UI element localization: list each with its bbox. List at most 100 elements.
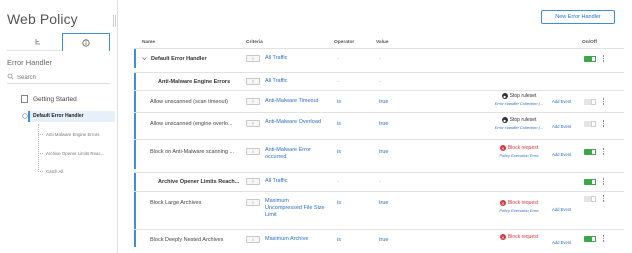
chevron-down-icon[interactable]	[142, 56, 147, 61]
sidebar-item-getting-started[interactable]: Getting Started	[0, 93, 117, 105]
search-input[interactable]	[17, 72, 107, 83]
sidebar-subitem-archive-opener[interactable]: Archive Opener Limits Reac...	[38, 149, 117, 158]
add-event-link[interactable]: Add Event	[552, 152, 571, 157]
row-operator: is	[337, 200, 341, 206]
group-indicator	[134, 73, 136, 90]
enable-toggle[interactable]	[584, 236, 596, 242]
collapse-handle[interactable]	[113, 15, 116, 27]
row-criteria[interactable]: Anti-Malware Overload	[265, 119, 325, 126]
row-action[interactable]: ✕ Block request Policy Execution Error	[488, 145, 550, 158]
search-icon	[7, 73, 14, 80]
row-operator: is	[337, 237, 341, 243]
group-indicator	[134, 113, 136, 139]
row-name: Anti-Malware Engine Errors	[158, 79, 231, 85]
row-action[interactable]: ■ Stop ruleset Error Handler Collection (…	[488, 93, 550, 106]
add-event-link[interactable]: Add Event	[552, 207, 571, 212]
row-value: -	[379, 56, 381, 62]
row-criteria[interactable]: All Traffic	[265, 78, 288, 85]
more-icon[interactable]	[602, 178, 605, 186]
stop-icon: ■	[501, 93, 508, 99]
view-tabs	[7, 33, 110, 51]
row-name: Allow unscanned (engine overlo...	[150, 121, 233, 127]
row-name: Default Error Handler	[151, 56, 207, 62]
block-icon: ✕	[499, 145, 506, 151]
tree-icon	[35, 39, 40, 45]
table-row[interactable]: Anti-Malware Engine Errors ≡ All Traffic…	[134, 72, 624, 90]
row-operator: -	[337, 56, 339, 62]
more-icon[interactable]	[602, 55, 605, 63]
sidebar-item-label: Default Error Handler	[33, 113, 84, 119]
row-value: -	[379, 79, 381, 85]
tab-tree-view[interactable]	[14, 33, 62, 51]
criteria-icon: ≡	[246, 178, 260, 185]
table-row[interactable]: Default Error Handler ≡ All Traffic - -	[134, 48, 624, 68]
header-value: Value	[376, 40, 389, 45]
row-name: Block Deeply Nested Archives	[150, 237, 224, 243]
table-row[interactable]: Block Large Archives ≡ Maximum Uncompres…	[134, 191, 624, 229]
group-indicator	[134, 173, 136, 191]
sidebar-subitem-anti-malware[interactable]: Anti Malware Engine Errors	[38, 130, 117, 139]
more-icon[interactable]	[602, 98, 605, 106]
row-operator: is	[337, 121, 341, 127]
row-action[interactable]: ■ Stop ruleset Error Handler Collection (…	[488, 117, 550, 130]
table-header: Name Criteria Operator Value On/Off	[134, 38, 624, 48]
row-criteria[interactable]: All Traffic	[265, 178, 288, 185]
page-title: Web Policy	[7, 11, 78, 27]
row-value: true	[379, 121, 389, 127]
group-indicator	[134, 140, 136, 169]
sidebar-subitem-label: Catch All	[46, 169, 64, 174]
sidebar: Web Policy Error Handler Getting Started	[0, 0, 117, 253]
row-name: Archive Opener Limits Reach...	[158, 179, 240, 185]
row-criteria[interactable]: Maximum Uncompressed File Size Limit	[265, 198, 325, 219]
row-name: Allow unscanned (scan timeout)	[150, 99, 228, 105]
new-error-handler-button[interactable]: New Error Handler	[541, 10, 615, 24]
more-icon[interactable]	[602, 120, 605, 128]
row-name: Block Large Archives	[150, 200, 202, 206]
group-indicator	[134, 230, 136, 247]
table-row[interactable]: Allow unscanned (engine overlo... ≡ Anti…	[134, 112, 624, 139]
row-operator: -	[337, 179, 339, 185]
row-value: true	[379, 237, 389, 243]
stop-icon: ■	[501, 117, 508, 123]
row-action[interactable]: ✕ Block request Policy Execution Error	[488, 200, 550, 213]
row-name: Block on Anti-Malware scanning ...	[150, 149, 235, 155]
table-row[interactable]: Allow unscanned (scan timeout) ≡ Anti-Ma…	[134, 90, 624, 112]
sidebar-item-default-error-handler[interactable]: Default Error Handler	[0, 111, 117, 122]
more-icon[interactable]	[602, 195, 605, 203]
row-operator: -	[337, 79, 339, 85]
more-icon[interactable]	[602, 148, 605, 156]
enable-toggle[interactable]	[584, 121, 596, 127]
row-criteria[interactable]: Anti-Malware Error occurred	[265, 147, 325, 161]
more-icon[interactable]	[602, 235, 605, 243]
enable-toggle[interactable]	[584, 196, 596, 202]
row-criteria[interactable]: Maximum Archive	[265, 236, 308, 243]
row-operator: is	[337, 99, 341, 105]
header-onoff: On/Off	[582, 40, 597, 45]
table-row[interactable]: Block on Anti-Malware scanning ... ≡ Ant…	[134, 139, 624, 169]
main-panel: New Error Handler Name Criteria Operator…	[118, 0, 632, 253]
row-value: true	[379, 200, 389, 206]
table-row[interactable]: Block Deeply Nested Archives ≡ Maximum A…	[134, 229, 624, 247]
row-action[interactable]: ✕ Block request	[488, 234, 550, 240]
table-row[interactable]: Archive Opener Limits Reach... ≡ All Tra…	[134, 172, 624, 191]
row-criteria[interactable]: All Traffic	[265, 55, 288, 62]
group-indicator	[134, 49, 136, 68]
row-value: true	[379, 149, 389, 155]
enable-toggle[interactable]	[584, 149, 596, 155]
document-icon	[21, 95, 28, 103]
enable-toggle[interactable]	[584, 56, 596, 62]
enable-toggle[interactable]	[584, 99, 596, 105]
add-event-link[interactable]: Add Event	[552, 99, 571, 104]
header-criteria: Criteria	[246, 40, 263, 45]
rules-table: Name Criteria Operator Value On/Off Defa…	[134, 38, 624, 247]
add-event-link[interactable]: Add Event	[552, 124, 571, 129]
tab-info-view[interactable]	[62, 33, 110, 51]
enable-toggle[interactable]	[584, 179, 596, 185]
sidebar-item-label: Getting Started	[33, 95, 77, 103]
criteria-icon: ≡	[246, 236, 260, 243]
sidebar-subitem-catch-all[interactable]: Catch All	[38, 167, 117, 176]
add-event-link[interactable]: Add Event	[552, 240, 571, 245]
block-icon: ✕	[499, 200, 506, 206]
row-criteria[interactable]: Anti-Malware Timeout	[265, 98, 318, 105]
group-indicator	[134, 91, 136, 112]
